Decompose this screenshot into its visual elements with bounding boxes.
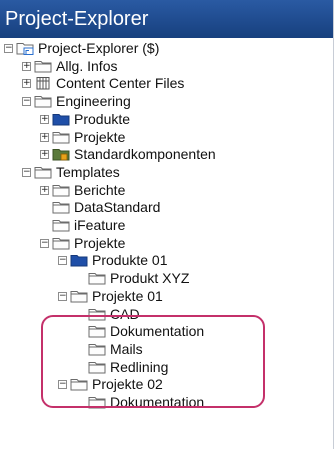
folder-locked-icon [52,147,70,161]
folder-icon [70,289,88,303]
tree-node-label: Projekte 02 [92,376,163,393]
collapse-icon[interactable]: − [58,380,67,390]
expand-icon[interactable]: + [22,61,31,71]
folder-icon [52,130,70,144]
tree-node-label: Mails [110,340,143,357]
tree-node-label: Produkte [74,110,131,127]
tree-node[interactable]: + Produkte [40,111,333,128]
tree-node[interactable]: DataStandard [40,199,333,216]
folder-icon [88,271,106,285]
tree-node[interactable]: − Templates [22,164,333,181]
folder-icon [52,236,70,250]
tree-node[interactable]: Redlining [76,359,333,376]
project-tree[interactable]: − Project-Explorer ($) + Allg. Infos + Conten… [0,38,333,449]
folder-icon [52,200,70,214]
collapse-icon[interactable]: − [40,238,49,248]
tree-node-label: Project-Explorer ($) [38,40,160,56]
tree-node[interactable]: Dokumentation [76,323,333,340]
collapse-icon[interactable]: − [4,44,13,53]
tree-node[interactable]: Dokumentation [76,394,333,411]
tree-node-label: Templates [56,163,120,180]
folder-icon [34,165,52,179]
tree-node[interactable]: Mails [76,341,333,358]
expand-icon[interactable]: + [40,114,49,124]
expand-icon[interactable]: + [40,150,49,160]
collapse-icon[interactable]: − [58,256,67,266]
folder-icon [88,342,106,356]
folder-icon [88,307,106,321]
expand-icon[interactable]: + [40,185,49,195]
tree-node-label: Standardkomponenten [74,146,216,163]
folder-icon [52,218,70,232]
tree-node[interactable]: iFeature [40,217,333,234]
tree-node-label: Dokumentation [110,394,205,410]
tree-node-label: CAD [110,305,140,322]
project-root-icon [16,41,34,55]
tree-node-label: Produkt XYZ [110,270,190,287]
folder-icon [70,377,88,391]
tree-node-label: DataStandard [74,199,161,216]
collapse-icon[interactable]: − [22,167,31,177]
tree-node-label: Content Center Files [56,75,185,92]
folder-icon [34,94,52,108]
tree-node-label: iFeature [74,217,126,233]
tree-node-label: Engineering [56,93,131,110]
tree-node-label: Berichte [74,181,126,198]
tree-node[interactable]: − Projekte 01 [58,288,333,305]
tree-node[interactable]: Produkt XYZ [76,270,333,287]
folder-icon [88,360,106,374]
tree-node[interactable]: CAD [76,306,333,323]
tree-node-label: Produkte 01 [92,252,168,269]
expand-icon[interactable]: + [22,79,31,89]
tree-node[interactable]: + Berichte [40,182,333,199]
expand-icon[interactable]: + [40,132,49,142]
tree-node-label: Dokumentation [110,323,205,340]
content-center-icon [34,76,52,90]
collapse-icon[interactable]: − [22,97,31,107]
tree-node-label: Redlining [110,358,169,375]
tree-node[interactable]: − Projekte [40,235,333,252]
folder-icon [34,59,52,73]
tree-node[interactable]: − Projekte 02 [58,376,333,393]
tree-node[interactable]: − Project-Explorer ($) [4,40,333,57]
tree-node-label: Projekte [74,128,126,145]
folder-icon [88,395,106,409]
tree-node[interactable]: + Content Center Files [22,75,333,92]
folder-icon [88,324,106,338]
collapse-icon[interactable]: − [58,291,67,301]
tree-node-label: Projekte [74,234,126,251]
tree-node[interactable]: + Projekte [40,129,333,146]
tree-node[interactable]: − Produkte 01 [58,252,333,269]
tree-node-label: Allg. Infos [56,57,118,74]
project-explorer-panel: Project-Explorer − Project-Explorer ($) + A… [0,0,333,449]
tree-node[interactable]: + Standardkomponenten [40,146,333,163]
tree-node[interactable]: − Engineering [22,93,333,110]
folder-blue-icon [70,253,88,267]
folder-icon [52,183,70,197]
tree-node-label: Projekte 01 [92,287,163,304]
tree-node[interactable]: + Allg. Infos [22,58,333,75]
panel-title: Project-Explorer [0,0,333,38]
folder-blue-icon [52,112,70,126]
